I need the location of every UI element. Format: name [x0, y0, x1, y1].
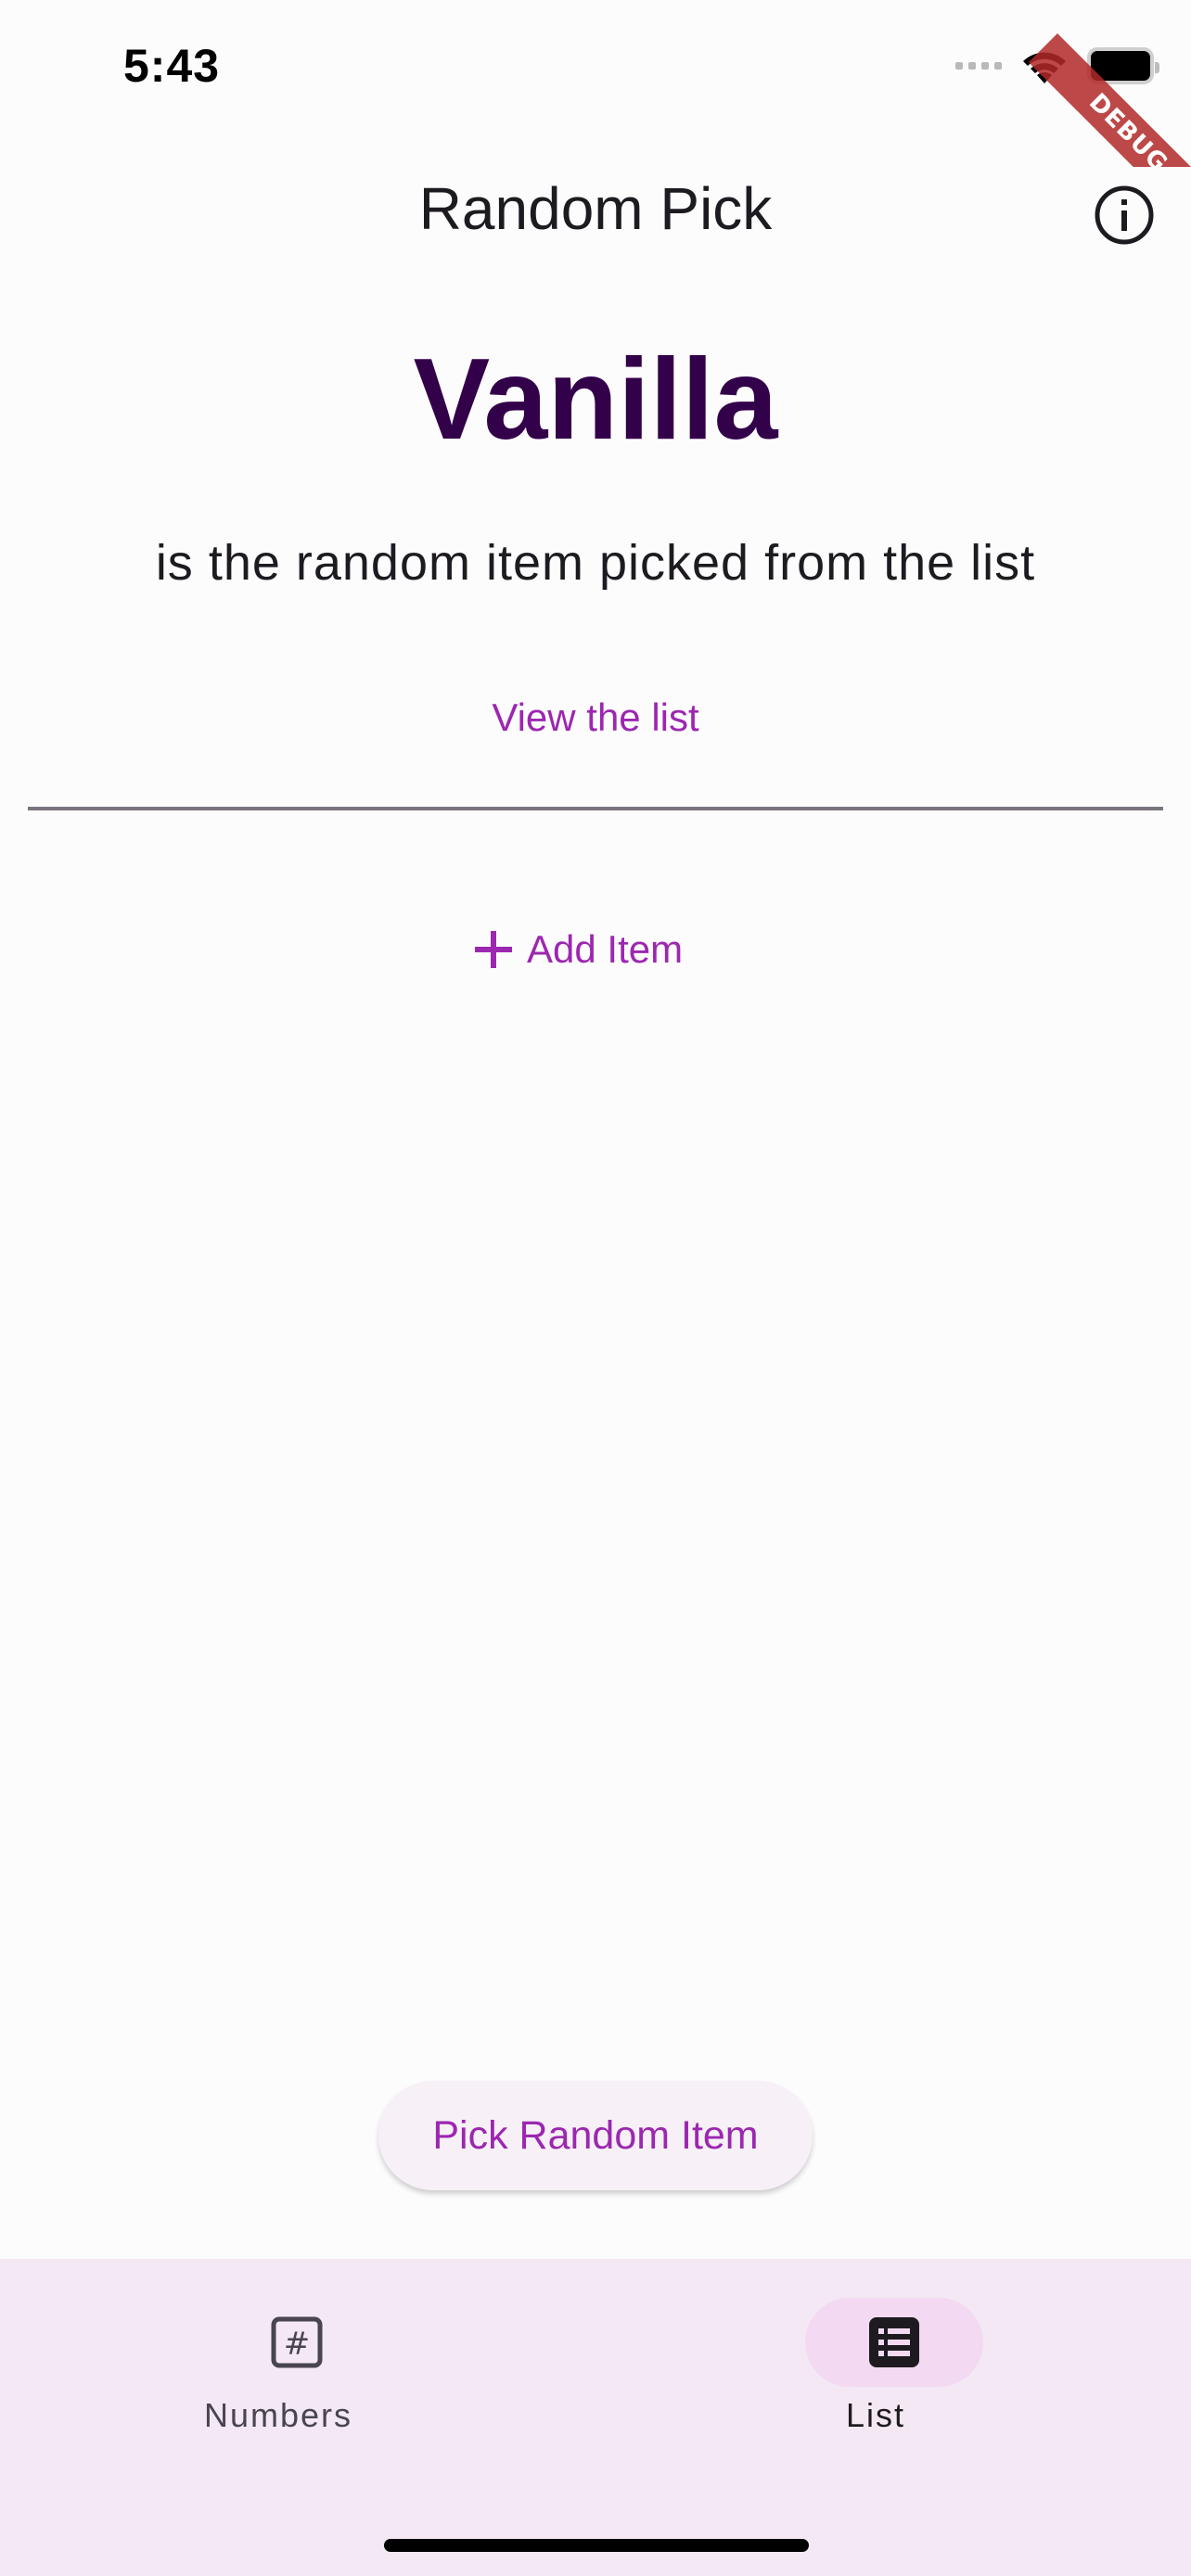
status-time: 5:43	[123, 40, 221, 92]
cellular-signal-icon	[955, 62, 1002, 70]
picked-item-title: Vanilla	[413, 336, 778, 464]
nav-selected-indicator	[805, 2298, 983, 2387]
home-indicator[interactable]	[384, 2539, 809, 2552]
picked-item-caption: is the random item picked from the list	[155, 535, 1036, 591]
svg-text:#: #	[284, 2326, 311, 2363]
nav-item-numbers[interactable]: # Numbers	[111, 2259, 482, 2463]
list-icon	[869, 2317, 919, 2367]
view-list-button[interactable]: View the list	[410, 684, 781, 751]
page-title: Random Pick	[418, 175, 773, 242]
debug-label: DEBUG	[1028, 33, 1191, 167]
status-bar: 5:43	[0, 0, 1191, 130]
pick-random-item-label: Pick Random Item	[432, 2112, 759, 2158]
add-item-label: Add Item	[527, 927, 684, 971]
hash-icon: #	[271, 2316, 323, 2368]
plus-icon	[475, 931, 512, 968]
divider	[28, 807, 1163, 810]
nav-label-list: List	[845, 2396, 906, 2434]
nav-item-list[interactable]: List	[707, 2259, 1078, 2463]
nav-icon-container: #	[208, 2298, 386, 2387]
bottom-navigation-bar: # Numbers List	[0, 2259, 1191, 2576]
app-screen: 5:43 DEBUG Random Pick Vanilla is the ra…	[0, 0, 1191, 2576]
add-item-button[interactable]: Add Item	[473, 916, 683, 983]
info-button[interactable]	[1085, 176, 1163, 254]
debug-banner: DEBUG	[1024, 0, 1191, 167]
nav-label-numbers: Numbers	[203, 2396, 353, 2434]
app-bar: Random Pick	[0, 148, 1191, 269]
pick-random-item-button[interactable]: Pick Random Item	[378, 2081, 813, 2190]
info-icon	[1095, 185, 1154, 245]
